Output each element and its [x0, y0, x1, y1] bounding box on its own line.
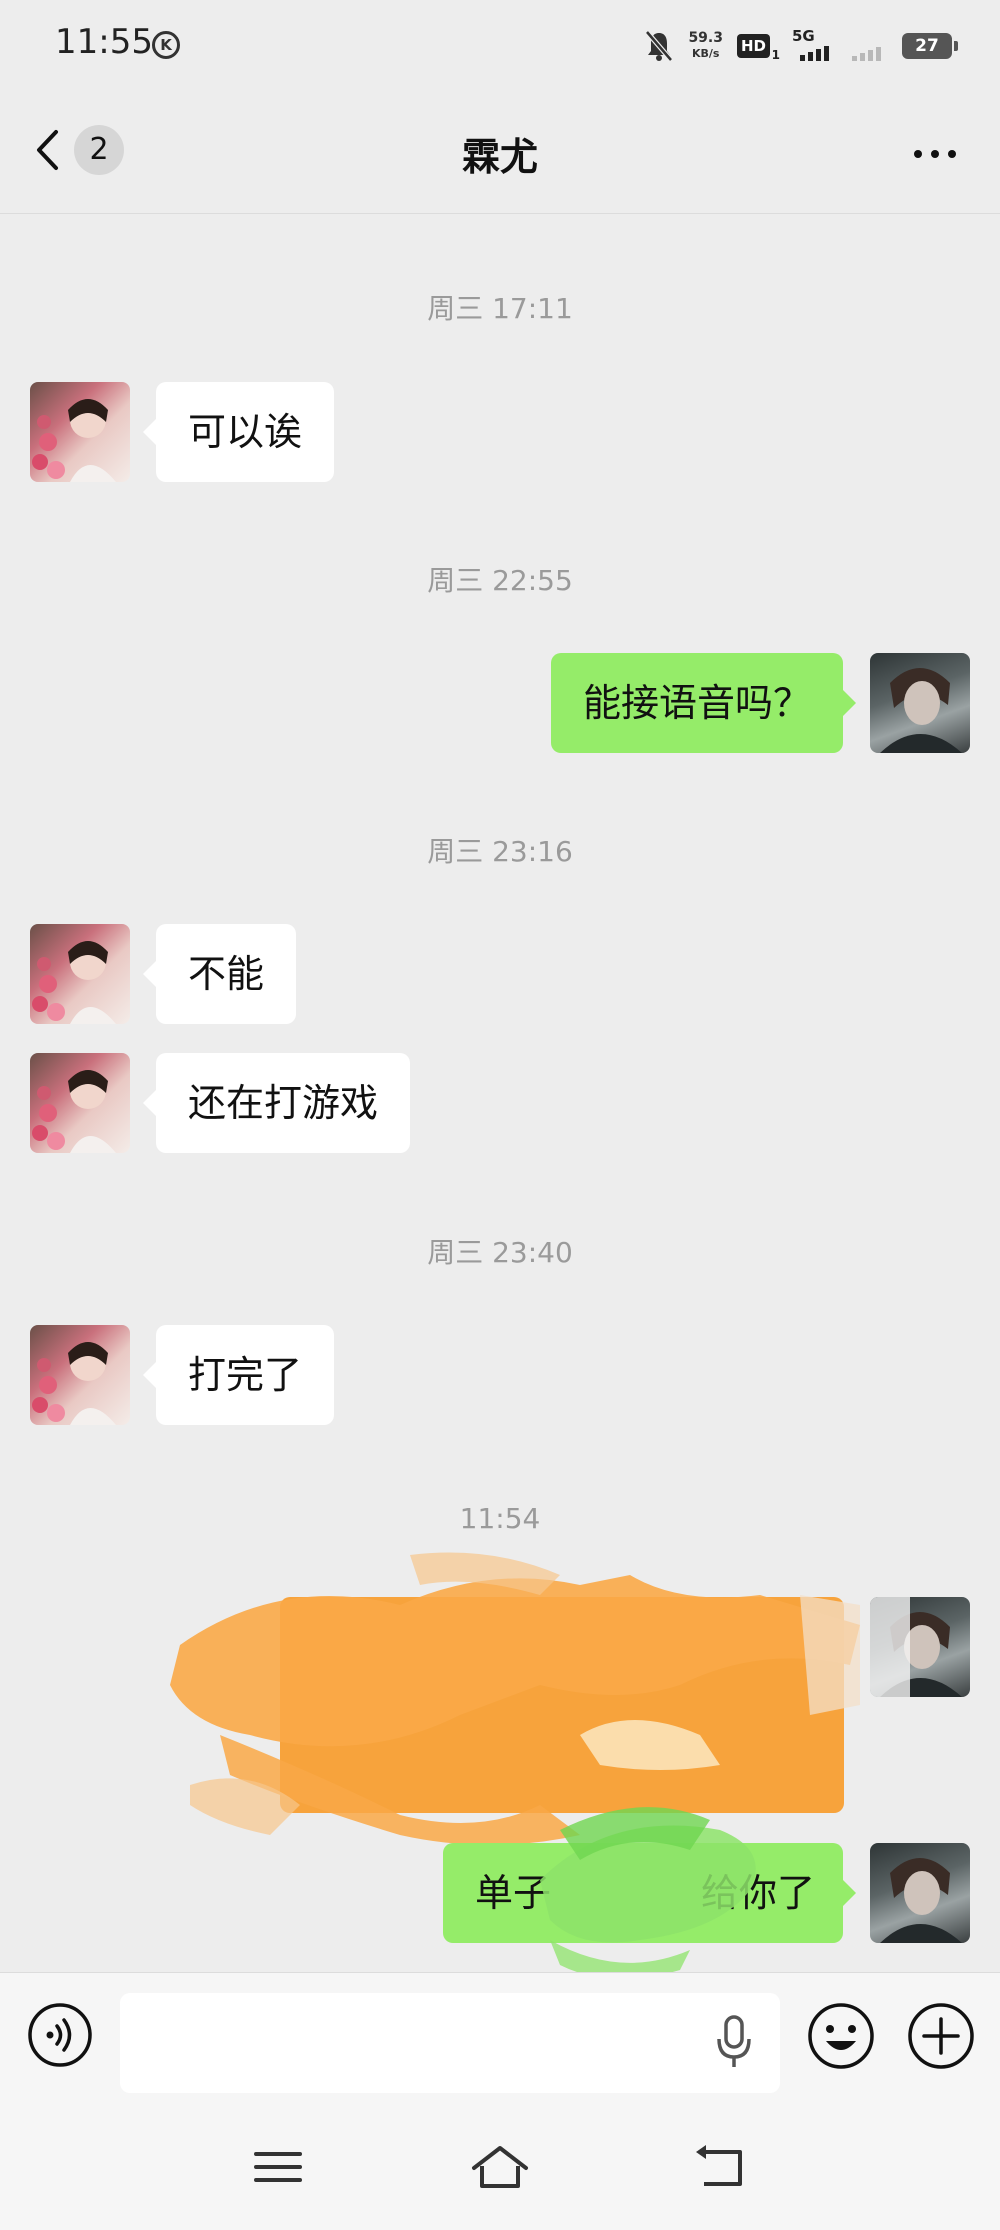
more-options-button[interactable] — [910, 134, 960, 174]
hd-sub: 1 — [771, 48, 780, 62]
contact-avatar[interactable] — [30, 1053, 130, 1153]
message-timestamp: 周三 23:16 — [427, 835, 573, 868]
contact-avatar[interactable] — [30, 382, 130, 482]
status-icons: 59.3 KB/s HD 1 5G 27 — [644, 26, 958, 66]
hd-voice-badge: HD 1 — [736, 34, 780, 62]
message-timestamp: 周三 22:55 — [427, 564, 573, 597]
message-list[interactable]: 周三 17:11 可以诶 周三 22:55 能接语音吗？ 周三 23:16 不能 — [0, 215, 1000, 1972]
incoming-message-bubble[interactable]: 还在打游戏 — [142, 1053, 411, 1153]
my-avatar[interactable] — [870, 653, 970, 753]
back-icon[interactable] — [692, 2142, 752, 2192]
voice-mode-icon[interactable] — [26, 2001, 94, 2069]
status-bar: 11:55 K 59.3 KB/s HD 1 5G 27 — [0, 0, 1000, 90]
k-app-icon: K — [152, 31, 180, 59]
my-avatar[interactable] — [870, 1597, 970, 1697]
hd-label: HD — [740, 37, 766, 55]
network-speed-value: 59.3 — [688, 30, 723, 46]
contact-avatar[interactable] — [30, 924, 130, 1024]
more-dots-icon — [914, 150, 922, 158]
incoming-message-bubble[interactable]: 打完了 — [142, 1325, 335, 1425]
network-speed: 59.3 KB/s — [688, 31, 723, 61]
message-timestamp: 周三 23:40 — [427, 1236, 573, 1269]
microphone-icon[interactable] — [714, 2013, 754, 2071]
incoming-message-bubble[interactable]: 可以诶 — [142, 382, 335, 482]
network-speed-unit: KB/s — [691, 47, 720, 60]
message-timestamp: 11:54 — [459, 1502, 541, 1535]
my-avatar[interactable] — [870, 1843, 970, 1943]
chat-header: 2 霖尤 — [0, 90, 1000, 214]
home-icon[interactable] — [470, 2142, 530, 2192]
signal-secondary-icon — [850, 29, 888, 63]
message-input[interactable] — [120, 1993, 780, 2093]
chat-title: 霖尤 — [461, 135, 538, 179]
system-navigation-bar — [0, 2102, 1000, 2230]
plus-icon[interactable] — [906, 2001, 976, 2071]
status-time: 11:55 — [55, 22, 153, 62]
emoji-icon[interactable] — [806, 2001, 876, 2071]
redacted-text-scribble — [540, 1807, 756, 1972]
bell-off-icon — [645, 30, 674, 62]
message-timestamp: 周三 17:11 — [427, 292, 573, 325]
my-avatar-image — [870, 1597, 962, 1697]
menu-icon[interactable] — [248, 2142, 308, 2192]
contact-avatar-image — [32, 1070, 116, 1153]
signal-5g-icon: 5G — [792, 27, 836, 63]
contact-avatar-image — [32, 1342, 116, 1425]
contact-avatar-image — [32, 399, 116, 482]
my-avatar-image — [880, 668, 962, 753]
outgoing-message-bubble[interactable]: 能接语音吗？ — [550, 653, 857, 753]
input-bar — [0, 1972, 1000, 2102]
battery-icon: 27 — [902, 33, 958, 59]
contact-avatar[interactable] — [30, 1325, 130, 1425]
my-avatar-image — [880, 1858, 962, 1943]
incoming-message-bubble[interactable]: 不能 — [142, 924, 297, 1024]
contact-avatar-image — [32, 941, 116, 1024]
network-type: 5G — [792, 27, 815, 45]
